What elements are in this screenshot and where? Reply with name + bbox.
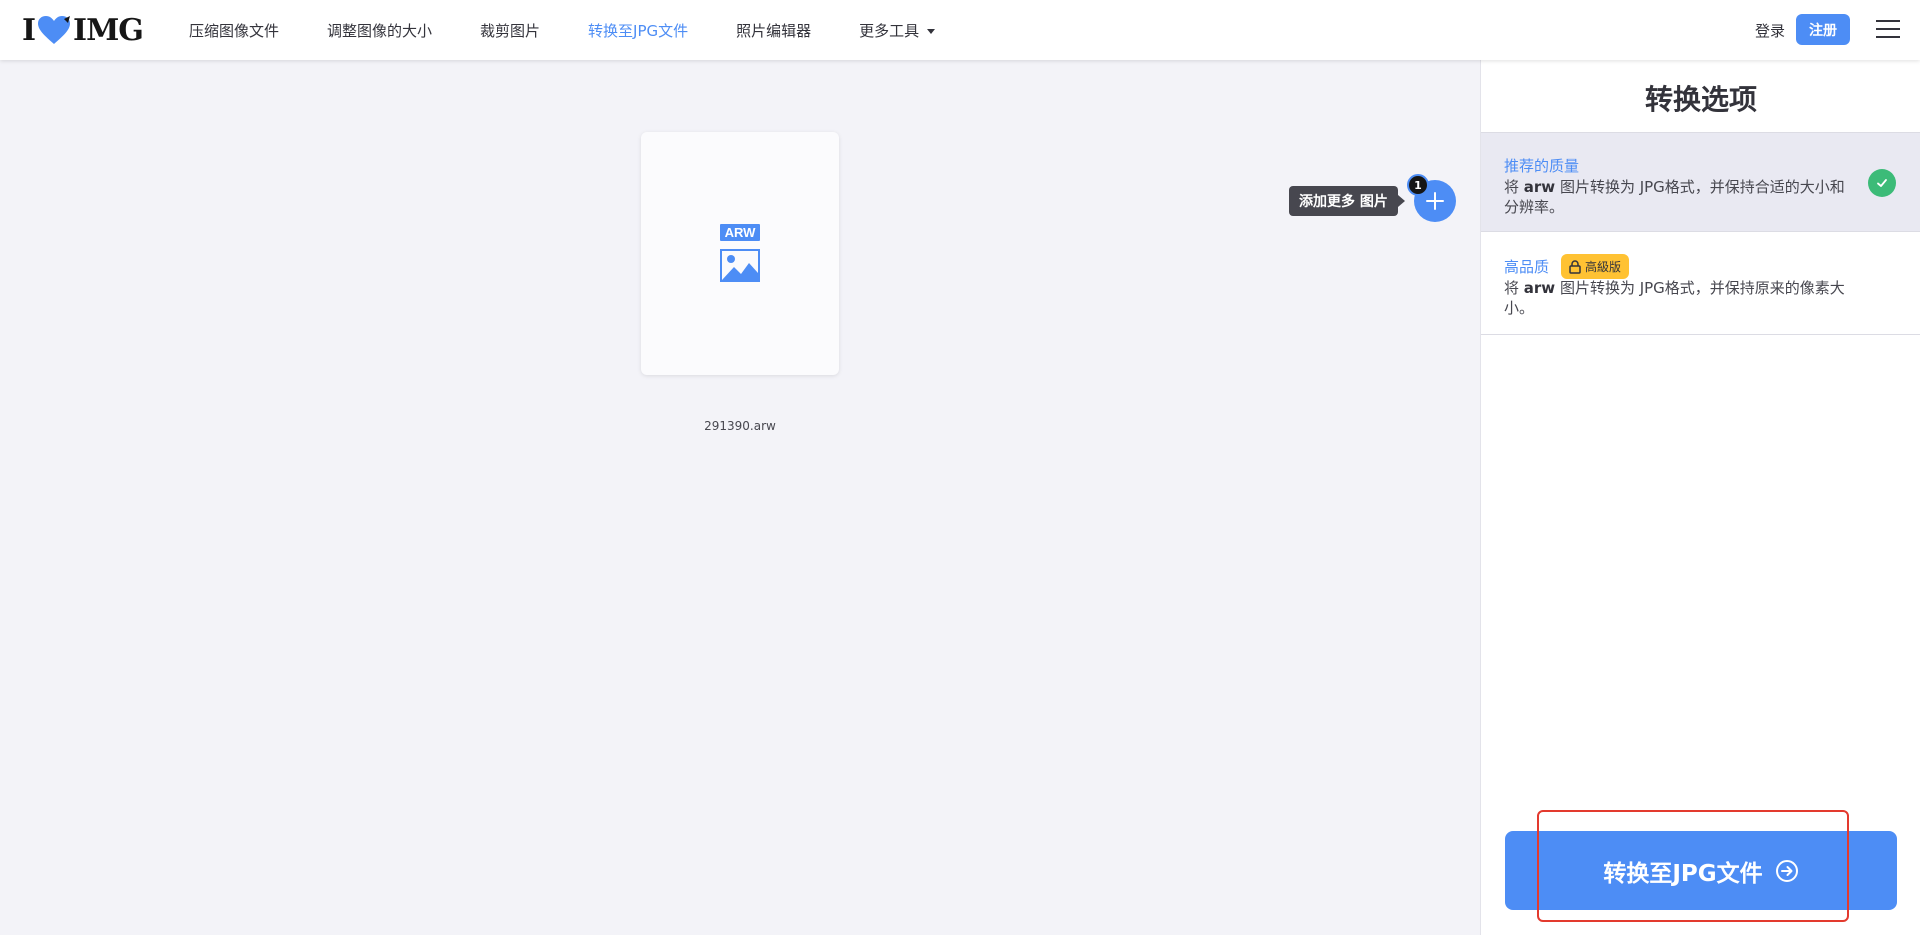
workspace: ARW 291390.arw 添加更多 图片 1 [0, 60, 1480, 935]
convert-to-jpg-button[interactable]: 转换至JPG文件 [1505, 831, 1897, 910]
heart-icon [38, 16, 71, 44]
logo[interactable]: I IMG [22, 12, 144, 48]
nav-more-tools[interactable]: 更多工具 [859, 20, 936, 41]
logo-text-left: I [22, 12, 36, 48]
file-count-badge: 1 [1407, 174, 1429, 196]
file-thumbnail: ARW [720, 224, 760, 282]
options-sidebar: 转换选项 推荐的质量 将 arw 图片转换为 JPG格式，并保持合适的大小和分辨… [1480, 60, 1920, 935]
option-description: 将 arw 图片转换为 JPG格式，并保持原来的像素大小。 [1504, 279, 1845, 317]
arrow-circle-right-icon [1775, 859, 1798, 882]
logo-text-right: IMG [73, 12, 144, 48]
nav-photo-editor[interactable]: 照片编辑器 [736, 20, 811, 41]
file-card[interactable]: ARW 291390.arw [641, 132, 839, 433]
image-icon [720, 249, 760, 282]
option-description: 将 arw 图片转换为 JPG格式，并保持合适的大小和分辨率。 [1504, 178, 1845, 216]
premium-badge-label: 高級版 [1585, 260, 1622, 274]
caret-down-icon [927, 28, 936, 34]
add-more-tooltip: 添加更多 图片 [1289, 186, 1405, 216]
lock-icon [1569, 259, 1581, 274]
nav-compress[interactable]: 压缩图像文件 [189, 20, 279, 41]
plus-icon [1426, 192, 1444, 210]
option-high-quality[interactable]: 高品质 高級版 将 arw 图片转换为 JPG格式，并保持原来的像素大小。 [1481, 232, 1920, 335]
file-name: 291390.arw [704, 419, 776, 433]
nav-more-tools-label: 更多工具 [859, 21, 920, 40]
sidebar-title: 转换选项 [1644, 83, 1757, 116]
check-icon [1868, 169, 1896, 197]
option-title: 高品质 [1504, 258, 1550, 276]
login-link[interactable]: 登录 [1755, 20, 1785, 41]
premium-badge: 高級版 [1561, 254, 1630, 279]
signup-button[interactable]: 注册 [1796, 14, 1850, 45]
option-title-wrap: 高品质 高級版 [1504, 254, 1630, 279]
top-header: I IMG 压缩图像文件 调整图像的大小 裁剪图片 转换至JPG文件 照片编辑器… [0, 0, 1920, 60]
convert-button-label: 转换至JPG文件 [1603, 860, 1763, 887]
option-recommended-quality[interactable]: 推荐的质量 将 arw 图片转换为 JPG格式，并保持合适的大小和分辨率。 [1481, 132, 1920, 232]
main-nav: 压缩图像文件 调整图像的大小 裁剪图片 转换至JPG文件 照片编辑器 更多工具 [189, 0, 983, 60]
nav-crop[interactable]: 裁剪图片 [480, 20, 540, 41]
nav-convert-to-jpg[interactable]: 转换至JPG文件 [588, 20, 688, 41]
option-title: 推荐的质量 [1504, 157, 1580, 175]
file-format-badge: ARW [720, 224, 760, 241]
nav-resize[interactable]: 调整图像的大小 [327, 20, 432, 41]
hamburger-icon[interactable] [1876, 20, 1900, 40]
